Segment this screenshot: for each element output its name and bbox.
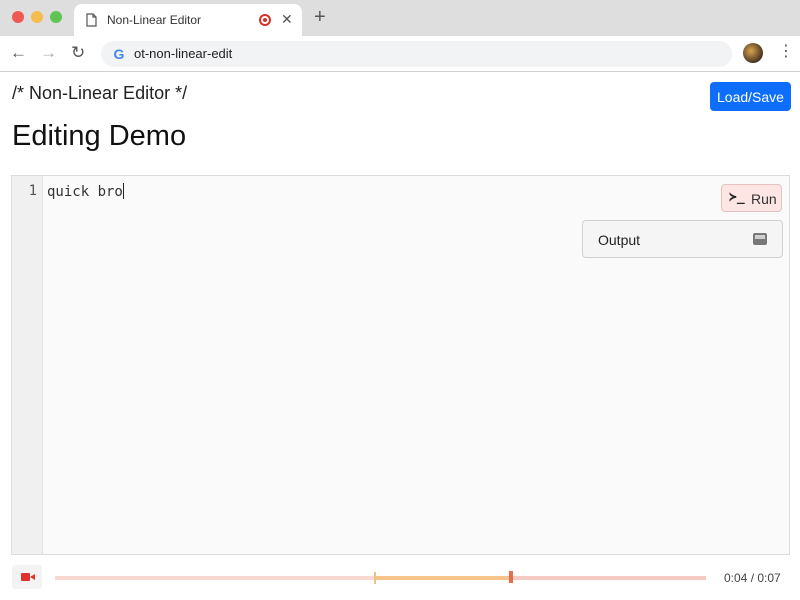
page-title: Editing Demo [12, 120, 187, 152]
playback-bar: 0:04 / 0:07 [11, 562, 790, 594]
document-icon [86, 13, 97, 27]
video-camera-icon [21, 573, 35, 581]
browser-tab[interactable]: Non-Linear Editor ✕ [74, 4, 302, 36]
navbar-brand[interactable]: /* Non-Linear Editor */ [12, 83, 187, 104]
maximize-window-button[interactable] [50, 11, 62, 23]
timeline-selection [373, 576, 511, 580]
terminal-icon: ≻_ [729, 190, 745, 205]
profile-avatar[interactable] [743, 43, 763, 63]
browser-toolbar: ← → ↻ G ot-non-linear-edit ⋮ [0, 36, 800, 72]
recording-icon [259, 14, 271, 26]
record-button[interactable] [12, 565, 42, 589]
reload-icon[interactable]: ↻ [71, 44, 85, 62]
new-tab-icon[interactable]: + [314, 7, 326, 27]
output-label: Output [598, 232, 641, 248]
output-panel[interactable]: Output [582, 220, 783, 258]
google-icon: G [113, 46, 125, 62]
page-content: /* Non-Linear Editor */ Load/Save Editin… [0, 72, 800, 600]
text-cursor [122, 183, 124, 199]
run-button[interactable]: ≻_ Run [721, 184, 782, 212]
code-editor[interactable]: 1 quick bro ≻_ Run Output [11, 175, 790, 555]
code-line[interactable]: quick bro [47, 183, 124, 200]
address-bar[interactable]: G ot-non-linear-edit [101, 41, 732, 67]
panel-toggle-icon[interactable] [753, 233, 767, 245]
minimize-window-button[interactable] [31, 11, 43, 23]
run-label: Run [751, 191, 777, 207]
url-text[interactable]: ot-non-linear-edit [134, 46, 232, 61]
close-window-button[interactable] [12, 11, 24, 23]
line-number: 1 [28, 183, 37, 199]
kebab-menu-icon[interactable]: ⋮ [778, 42, 794, 62]
code-text: quick bro [47, 184, 123, 200]
timeline-playhead[interactable] [508, 571, 513, 583]
timeline-selection-start[interactable] [373, 572, 376, 584]
close-tab-icon[interactable]: ✕ [281, 11, 293, 28]
timeline-scrubber[interactable] [55, 571, 706, 584]
browser-tab-strip: Non-Linear Editor ✕ + [0, 0, 800, 36]
forward-arrow-icon[interactable]: → [40, 44, 57, 62]
back-arrow-icon[interactable]: ← [10, 44, 27, 62]
tab-title: Non-Linear Editor [107, 13, 202, 27]
load-save-button[interactable]: Load/Save [710, 82, 791, 111]
line-gutter: 1 [12, 176, 43, 554]
time-readout: 0:04 / 0:07 [724, 571, 781, 585]
